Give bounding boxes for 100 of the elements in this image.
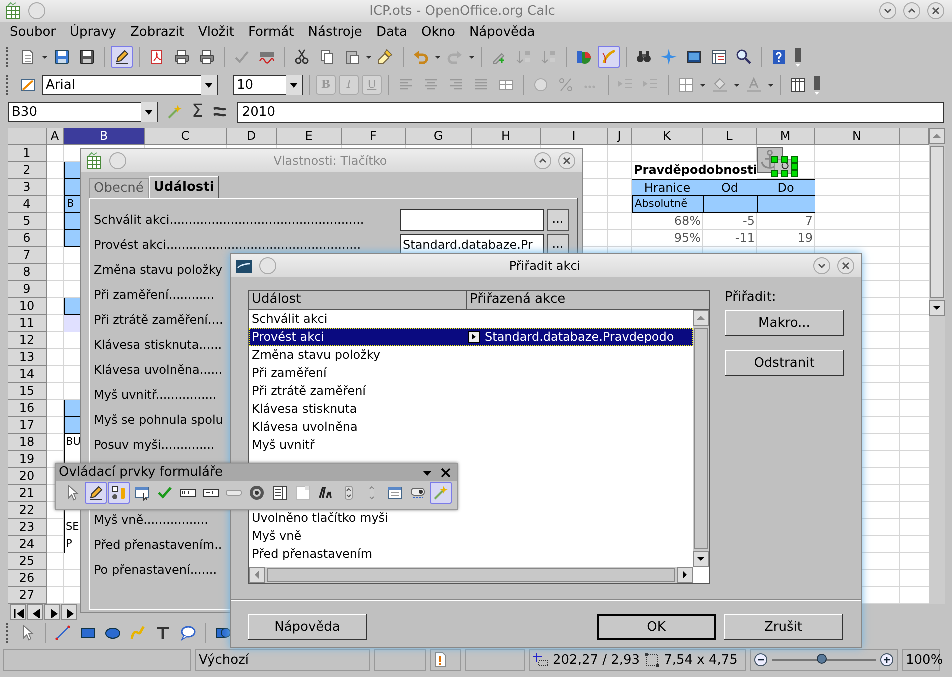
column-header[interactable]: L [703, 128, 757, 145]
column-header[interactable]: H [472, 128, 541, 145]
close-button[interactable] [837, 256, 855, 274]
list-row[interactable]: Uvolněno tlačítko myši [249, 509, 693, 527]
list-row[interactable]: Provést akci Standard.databaze.Pravdepodo [249, 328, 693, 346]
row-header[interactable]: 24 [8, 536, 47, 553]
column-header[interactable]: K [632, 128, 703, 145]
list-row[interactable]: Při ztrátě zaměření [249, 382, 693, 400]
minimize-button[interactable] [879, 2, 897, 20]
column-header[interactable]: D [227, 128, 277, 145]
tab[interactable]: Obecné [89, 178, 149, 198]
row-header[interactable]: 20 [8, 468, 47, 485]
dropdown-arrow-icon[interactable] [422, 468, 433, 476]
row-header[interactable]: 6 [8, 230, 47, 247]
row-header[interactable]: 27 [8, 587, 47, 604]
column-header[interactable]: J [608, 128, 632, 145]
menu-item[interactable]: Nápověda [469, 25, 536, 40]
menu-item[interactable]: Vložit [198, 25, 234, 40]
close-icon[interactable] [441, 468, 451, 478]
browse-button[interactable]: ... [547, 234, 569, 256]
menu-item[interactable]: Okno [421, 25, 456, 40]
row-header[interactable]: 5 [8, 213, 47, 230]
menu-item[interactable]: Nástroje [308, 25, 362, 40]
row-header[interactable]: 21 [8, 485, 47, 502]
row-header[interactable]: 18 [8, 434, 47, 451]
scrollbar[interactable] [249, 567, 693, 583]
list-row[interactable]: Změna stavu položky [249, 346, 693, 364]
column-header[interactable]: Událost [249, 291, 467, 309]
maximize-button[interactable] [903, 2, 921, 20]
modified-document-icon[interactable] [434, 652, 448, 668]
dropdown-arrow-icon[interactable] [435, 56, 441, 58]
column-header[interactable]: M [757, 128, 815, 145]
macro-field[interactable]: Standard.databaze.Pr [400, 234, 544, 256]
name-box[interactable]: B30 [8, 102, 158, 122]
design-mode-icon[interactable] [85, 482, 107, 504]
font-size-combo[interactable]: 10 [233, 75, 303, 95]
row-header[interactable]: 7 [8, 247, 47, 264]
controls-icon[interactable] [108, 482, 130, 504]
help-button[interactable]: Nápověda [248, 614, 367, 640]
next-sheet-icon[interactable] [44, 604, 60, 620]
row-header[interactable]: 14 [8, 366, 47, 383]
dialog-button[interactable]: Odstranit [725, 350, 844, 376]
row-header[interactable]: 25 [8, 553, 47, 570]
zoom-slider-thumb[interactable] [816, 654, 827, 664]
row-header[interactable]: 3 [8, 179, 47, 196]
row-header[interactable]: 1 [8, 145, 47, 162]
draw-functions-icon[interactable] [598, 46, 620, 68]
list-row[interactable]: Myš uvnitř [249, 436, 693, 454]
row-header[interactable]: 26 [8, 570, 47, 587]
toolbar-overflow-icon[interactable] [812, 74, 822, 96]
macro-field[interactable] [400, 208, 544, 230]
scroll-up-icon[interactable] [693, 310, 709, 326]
tab[interactable]: Události [148, 176, 220, 198]
formula-input[interactable]: 2010 [237, 102, 944, 122]
row-header[interactable]: 22 [8, 502, 47, 519]
dropdown-arrow-icon[interactable] [469, 56, 475, 58]
row-header[interactable]: 19 [8, 451, 47, 468]
scroll-right-icon[interactable] [677, 567, 693, 583]
row-header[interactable]: 15 [8, 383, 47, 400]
menu-item[interactable]: Soubor [10, 25, 56, 40]
event-list[interactable] [248, 290, 710, 584]
cancel-button[interactable]: Zrušit [724, 614, 843, 640]
toolbar-overflow-icon[interactable] [793, 46, 803, 68]
column-header[interactable]: I [541, 128, 608, 145]
list-row[interactable]: Před přenastavením [249, 545, 693, 563]
font-name-combo[interactable]: Arial [42, 75, 218, 95]
scrollbar[interactable] [693, 310, 709, 567]
column-header[interactable]: N [815, 128, 900, 145]
menu-item[interactable]: Úpravy [70, 25, 116, 40]
row-header[interactable]: 11 [8, 315, 47, 332]
column-header[interactable]: C [145, 128, 227, 145]
scrollbar-thumb[interactable] [694, 328, 708, 549]
row-header[interactable]: 13 [8, 349, 47, 366]
column-header[interactable]: E [277, 128, 342, 145]
menu-item[interactable]: Formát [248, 25, 294, 40]
row-header[interactable]: 16 [8, 400, 47, 417]
list-row[interactable]: Při zaměření [249, 364, 693, 382]
browse-button[interactable]: ... [547, 208, 569, 230]
scroll-down-icon[interactable] [929, 300, 945, 316]
scrollbar-thumb[interactable] [930, 146, 944, 298]
dropdown-arrow-icon[interactable] [366, 56, 372, 58]
edit-file-icon[interactable] [111, 46, 133, 68]
column-header[interactable]: Přiřazená akce [467, 291, 709, 309]
menu-item[interactable]: Data [376, 25, 408, 40]
list-row[interactable]: Schválit akci [249, 310, 693, 328]
column-header[interactable]: B [64, 128, 145, 145]
dropdown-arrow-icon[interactable] [734, 84, 740, 86]
previous-sheet-icon[interactable] [27, 604, 43, 620]
scrollbar-thumb[interactable] [267, 568, 675, 582]
dialog-button[interactable]: Makro... [725, 310, 844, 336]
minimize-button[interactable] [813, 256, 831, 274]
scrollbar[interactable] [929, 128, 945, 604]
row-header[interactable]: 8 [8, 264, 47, 281]
row-header[interactable]: 23 [8, 519, 47, 536]
row-header[interactable]: 4 [8, 196, 47, 213]
sum-button[interactable]: Σ [192, 102, 204, 122]
row-header[interactable]: 10 [8, 298, 47, 315]
row-header[interactable]: 17 [8, 417, 47, 434]
close-button[interactable] [927, 2, 945, 20]
row-header[interactable]: 9 [8, 281, 47, 298]
